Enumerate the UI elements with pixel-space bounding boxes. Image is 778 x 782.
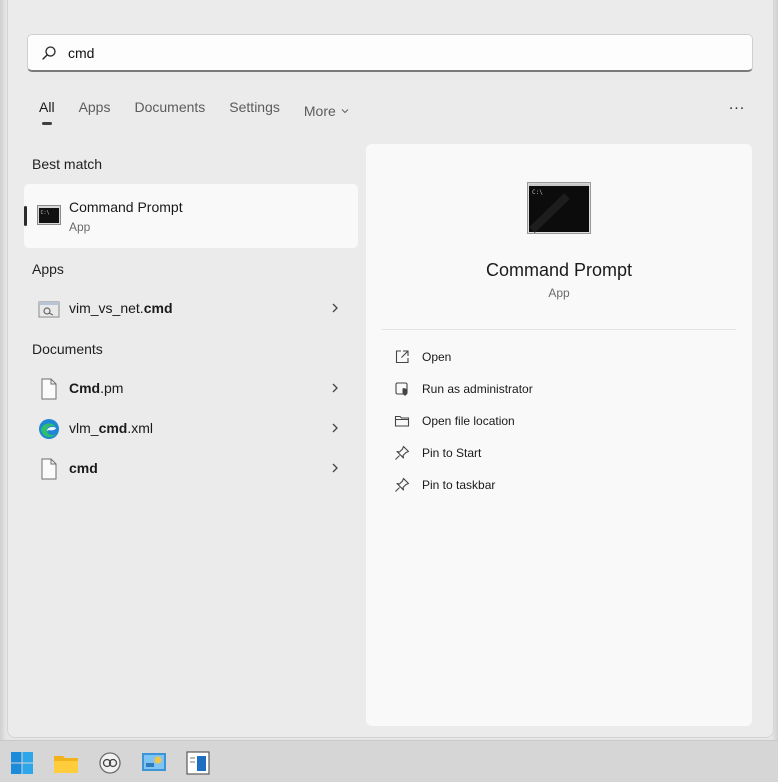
filter-tabs: All Apps Documents Settings More (39, 99, 374, 125)
run-as-admin-action[interactable]: Run as administrator (394, 378, 724, 402)
pin-to-start-action[interactable]: Pin to Start (394, 442, 724, 466)
documents-heading: Documents (32, 341, 103, 357)
selection-indicator (24, 206, 27, 226)
divider (382, 329, 736, 330)
list-item-label: cmd (69, 460, 98, 476)
svg-text:C:\: C:\ (532, 189, 543, 196)
tab-apps[interactable]: Apps (79, 99, 111, 123)
search-input[interactable] (68, 43, 728, 63)
edge-icon (39, 419, 59, 439)
tab-settings-label: Settings (229, 99, 280, 115)
tab-more[interactable]: More (304, 99, 350, 123)
open-icon (395, 350, 409, 364)
tab-all[interactable]: All (39, 99, 55, 125)
start-icon[interactable] (9, 750, 35, 776)
open-file-location-action[interactable]: Open file location (394, 410, 724, 434)
list-item[interactable]: vlm_cmd.xml (24, 410, 358, 446)
detail-title: Command Prompt (485, 260, 633, 280)
action-label: Pin to taskbar (422, 478, 496, 492)
pin-to-taskbar-action[interactable]: Pin to taskbar (394, 474, 724, 498)
chevron-right-icon[interactable] (330, 422, 340, 434)
chevron-down-icon (341, 109, 349, 114)
best-match-subtitle: App (69, 220, 91, 234)
chevron-right-icon[interactable] (330, 382, 340, 394)
tab-documents[interactable]: Documents (134, 99, 205, 123)
list-item-label: Cmd.pm (69, 380, 124, 396)
file-icon (41, 378, 57, 400)
best-match-heading: Best match (32, 156, 103, 172)
copilot-icon[interactable] (97, 750, 123, 776)
detail-subtitle: App (548, 286, 570, 300)
chevron-right-icon[interactable] (330, 462, 340, 474)
chevron-right-icon[interactable] (330, 302, 340, 314)
best-match-item[interactable]: C:\ Command Prompt App (24, 184, 358, 248)
shield-icon (395, 382, 408, 396)
file-explorer-icon[interactable] (53, 750, 79, 776)
list-item[interactable]: Cmd.pm (24, 370, 358, 406)
list-item-label: vlm_cmd.xml (69, 420, 154, 436)
apps-heading: Apps (32, 261, 64, 277)
best-match-title: Command Prompt (69, 199, 183, 215)
action-label: Open (422, 350, 452, 364)
open-action[interactable]: Open (394, 346, 724, 370)
command-prompt-icon: C:\ (527, 182, 591, 234)
command-prompt-icon: C:\ (37, 205, 61, 225)
start-search-panel: All Apps Documents Settings More ... Bes… (7, 0, 774, 738)
tab-settings[interactable]: Settings (229, 99, 280, 123)
svg-text:C:\: C:\ (41, 210, 50, 216)
action-label: Open file location (422, 414, 515, 428)
pin-icon (395, 477, 410, 492)
action-label: Pin to Start (422, 446, 482, 460)
list-item[interactable]: cmd (24, 450, 358, 486)
script-icon (38, 301, 60, 318)
list-item-label: vim_vs_net.cmd (69, 300, 173, 316)
file-icon (41, 458, 57, 480)
app-window-icon[interactable] (185, 750, 211, 776)
tab-apps-label: Apps (78, 99, 111, 115)
tab-documents-label: Documents (134, 99, 206, 115)
taskbar (0, 740, 778, 782)
detail-pane: C:\ Command Prompt App Open Run as admin… (366, 144, 752, 726)
search-icon (42, 46, 56, 60)
folder-icon (394, 415, 410, 427)
search-box[interactable] (27, 34, 753, 72)
action-label: Run as administrator (422, 382, 533, 396)
active-tab-indicator (42, 122, 52, 125)
tab-all-label: All (39, 99, 55, 115)
list-item[interactable]: vim_vs_net.cmd (24, 290, 358, 326)
more-options-button[interactable]: ... (726, 96, 748, 116)
control-panel-icon[interactable] (141, 750, 167, 776)
pin-icon (395, 445, 410, 460)
tab-more-label: More (303, 103, 336, 119)
